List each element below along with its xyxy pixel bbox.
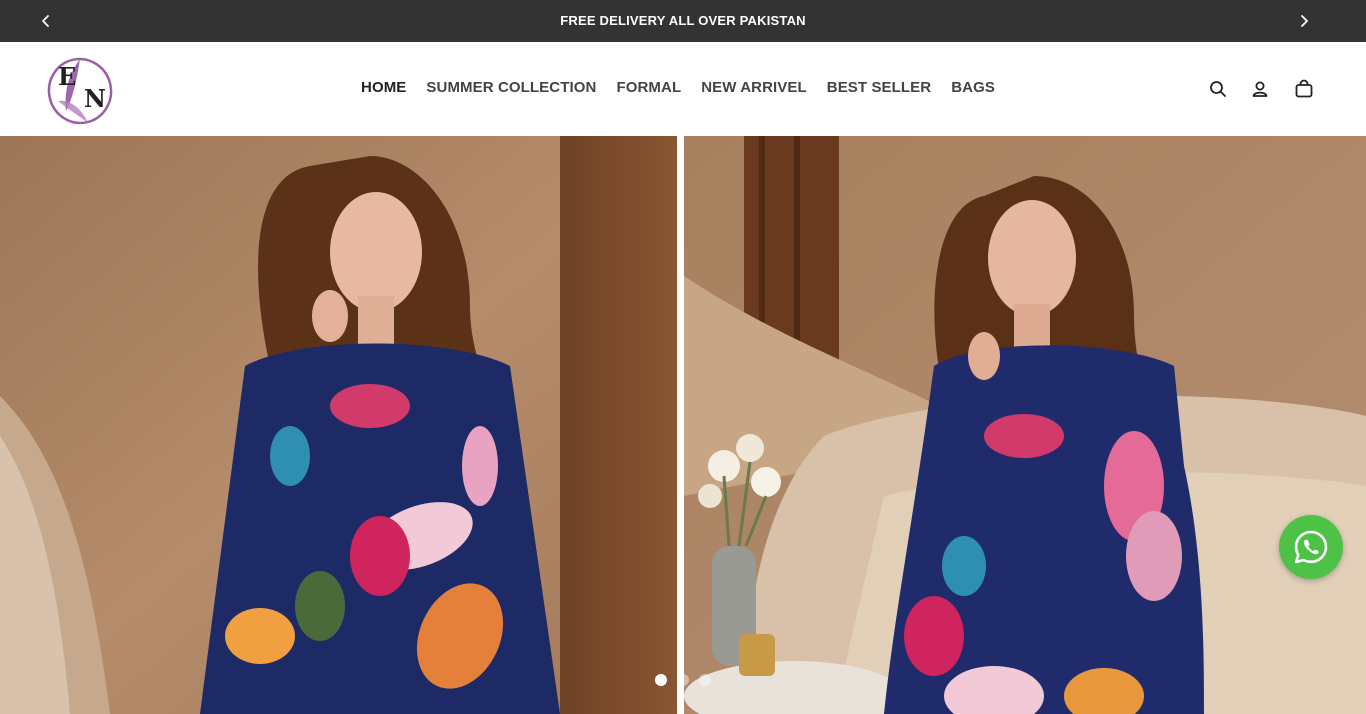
whatsapp-chat-button[interactable] [1279,515,1343,579]
whatsapp-icon [1294,530,1328,564]
slide-dot-1[interactable] [655,674,667,686]
slide-dot-3[interactable] [699,674,711,686]
hero-divider [677,136,684,714]
cart-icon [1295,79,1313,98]
cart-button[interactable] [1294,79,1314,99]
nav-new-arrivel[interactable]: NEW ARRIVEL [701,79,807,96]
search-icon [1210,81,1226,97]
hero-banner [0,136,1366,714]
hero-image-right[interactable] [684,136,1366,714]
main-nav: HOME SUMMER COLLECTION FORMAL NEW ARRIVE… [0,79,1366,96]
site-header: E N HOME SUMMER COLLECTION FORMAL NEW AR… [0,42,1366,136]
search-button[interactable] [1208,79,1228,99]
slider-dots [655,674,711,686]
nav-summer-collection[interactable]: SUMMER COLLECTION [426,79,596,96]
announcement-message: FREE DELIVERY ALL OVER PAKISTAN [560,13,806,28]
account-button[interactable] [1250,79,1270,99]
account-icon [1252,81,1268,97]
announcement-bar: FREE DELIVERY ALL OVER PAKISTAN [0,0,1366,42]
nav-best-seller[interactable]: BEST SELLER [827,79,931,96]
nav-formal[interactable]: FORMAL [616,79,681,96]
nav-bags[interactable]: BAGS [951,79,995,96]
nav-home[interactable]: HOME [361,79,406,96]
announcement-next-button[interactable] [1294,11,1314,31]
hero-image-left[interactable] [0,136,677,714]
chevron-right-icon [1301,15,1308,27]
slide-dot-2[interactable] [677,674,689,686]
